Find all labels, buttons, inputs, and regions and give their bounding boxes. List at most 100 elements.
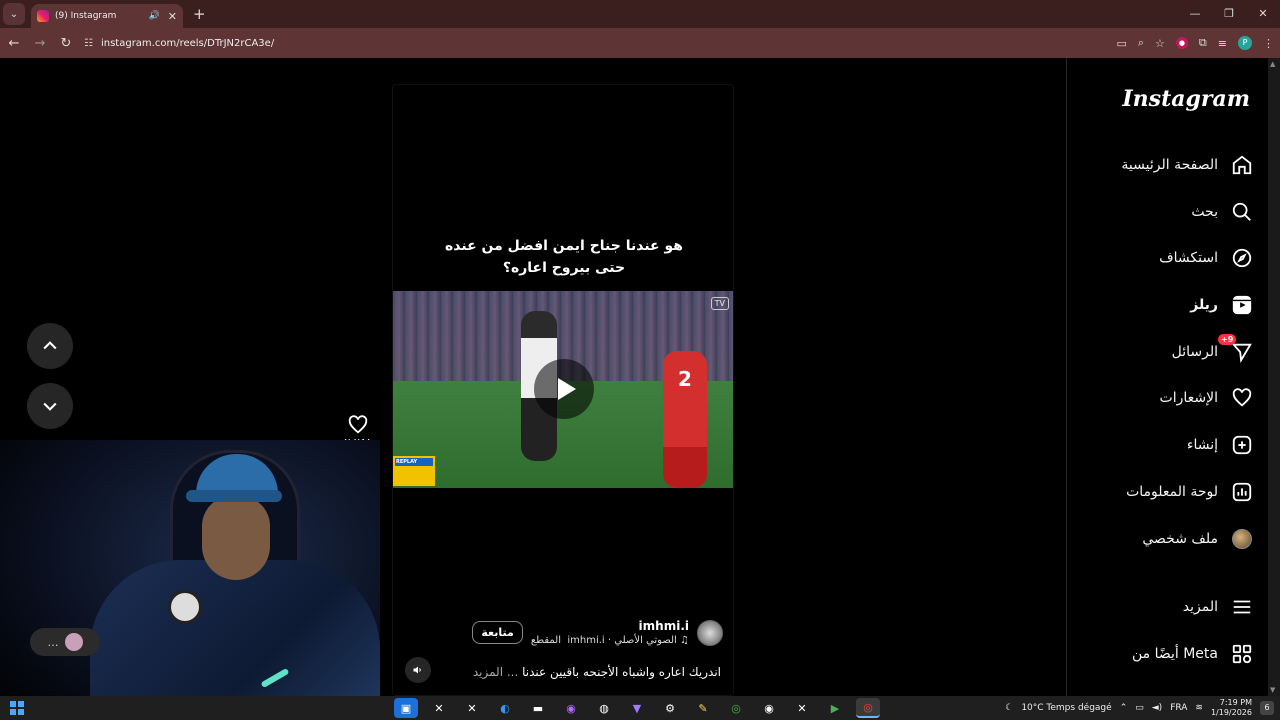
- speaker-icon[interactable]: 🔊: [149, 11, 160, 21]
- site-info-icon[interactable]: ☷: [84, 38, 93, 49]
- music-note-icon: ♫: [680, 635, 689, 646]
- sidebar-item-label: المزيد: [1182, 599, 1218, 615]
- extension-icon[interactable]: ●: [1175, 37, 1188, 49]
- caption-line-1: هو عندنا جناح ايمن افضل من عنده: [445, 238, 683, 254]
- sidebar-item-more[interactable]: المزيد: [1183, 592, 1254, 622]
- play-icon: [557, 378, 576, 400]
- audio-line[interactable]: ♫ الصوتي الأصلي · imhmi.i المقطع: [531, 635, 689, 646]
- scroll-up-arrow-icon[interactable]: ▲: [1270, 60, 1275, 68]
- minimize-button[interactable]: —: [1178, 0, 1212, 28]
- edge-icon[interactable]: ◐: [493, 698, 517, 718]
- sidebar-item-meta[interactable]: أيضًا من Meta: [1132, 639, 1254, 669]
- reload-button[interactable]: ↻: [54, 36, 78, 51]
- reel-player[interactable]: هو عندنا جناح ايمن افضل من عنده حتى بيرو…: [392, 84, 734, 696]
- restore-button[interactable]: ❐: [1212, 0, 1246, 28]
- capcut-icon[interactable]: ✕: [427, 698, 451, 718]
- chevron-up-icon: [43, 341, 57, 350]
- media-control-icon[interactable]: ≡: [1218, 37, 1227, 50]
- browser-tab-instagram[interactable]: (9) Instagram 🔊 ✕: [31, 4, 183, 28]
- ellipsis-icon: …: [47, 635, 59, 649]
- vpn-icon[interactable]: ▼: [625, 698, 649, 718]
- notification-center-icon[interactable]: 6: [1260, 701, 1274, 715]
- profile-avatar-button[interactable]: P: [1238, 36, 1252, 50]
- app-store-icon[interactable]: ▣: [394, 698, 418, 718]
- replay-tag: REPLAY: [393, 456, 435, 486]
- author-avatar[interactable]: [697, 619, 723, 646]
- chrome-active-icon[interactable]: ◎: [856, 698, 880, 718]
- page-scrollbar[interactable]: ▲ ▼: [1268, 58, 1280, 696]
- cast-icon[interactable]: ▭: [1116, 37, 1126, 50]
- window-controls: — ❐ ✕: [1178, 0, 1280, 28]
- instagram-logo[interactable]: Instagram: [1122, 86, 1250, 112]
- steam-icon[interactable]: ◍: [592, 698, 616, 718]
- sidebar-item-home[interactable]: الصفحة الرئيسية: [1121, 150, 1254, 180]
- toolbar-actions: ▭ ⌕ ☆ ● ⧉ ≡ P ⋮: [1116, 28, 1274, 58]
- sidebar-item-messages[interactable]: الرسائل +9: [1172, 334, 1254, 367]
- zoom-icon[interactable]: ⌕: [1138, 36, 1144, 50]
- tab-search-button[interactable]: ⌄: [3, 3, 25, 25]
- clock-time: 7:19 PM: [1219, 698, 1252, 707]
- clock[interactable]: 7:19 PM 1/19/2026: [1211, 698, 1252, 718]
- volume-icon[interactable]: ◄): [1152, 703, 1162, 713]
- sidebar-item-create[interactable]: إنشاء: [1187, 430, 1254, 460]
- reel-video-frame[interactable]: 2 TV REPLAY: [393, 291, 733, 488]
- author-username[interactable]: imhmi.i: [531, 619, 689, 633]
- player-red-kit: 2: [663, 351, 707, 488]
- author-row: imhmi.i ♫ الصوتي الأصلي · imhmi.i المقطع…: [472, 619, 723, 646]
- back-button[interactable]: ←: [2, 36, 26, 51]
- menu-icon: [1230, 595, 1254, 619]
- close-window-button[interactable]: ✕: [1246, 0, 1280, 28]
- extensions-puzzle-icon[interactable]: ⧉: [1199, 36, 1207, 50]
- sidebar-item-search[interactable]: بحث: [1191, 197, 1254, 227]
- obs-icon[interactable]: ◉: [757, 698, 781, 718]
- sidebar-item-notifications[interactable]: الإشعارات: [1160, 383, 1254, 413]
- scroll-down-arrow-icon[interactable]: ▼: [1270, 686, 1275, 694]
- chrome-icon[interactable]: ◎: [724, 698, 748, 718]
- audio-clip: المقطع: [530, 635, 562, 646]
- settings-gear-icon[interactable]: ⚙: [658, 698, 682, 718]
- tray-chevron-icon[interactable]: ⌃: [1120, 703, 1128, 713]
- weather-text[interactable]: 10°C Temps dégagé: [1021, 703, 1111, 713]
- speaker-icon: [413, 666, 421, 674]
- reels-icon: [1230, 293, 1254, 317]
- new-tab-button[interactable]: +: [193, 5, 206, 23]
- bookmark-star-icon[interactable]: ☆: [1155, 37, 1165, 50]
- windows-taskbar: ▣ ✕ ✕ ◐ ▬ ◉ ◍ ▼ ⚙ ✎ ◎ ◉ ✕ ▶ ◎ ☾ 10°C Tem…: [0, 696, 1280, 720]
- sidebar-item-reels[interactable]: ريلز: [1190, 290, 1254, 320]
- discord-icon[interactable]: ◉: [559, 698, 583, 718]
- play-button[interactable]: [534, 359, 594, 419]
- notepad-icon[interactable]: ✎: [691, 698, 715, 718]
- home-icon: [1230, 153, 1254, 177]
- create-icon: [1230, 433, 1254, 457]
- mute-button[interactable]: [405, 657, 431, 683]
- messages-bubble[interactable]: …: [30, 628, 100, 656]
- capcut-3-icon[interactable]: ✕: [790, 698, 814, 718]
- network-icon[interactable]: ▭: [1135, 703, 1144, 713]
- previous-reel-button[interactable]: [27, 323, 73, 369]
- more-link[interactable]: ... المزيد: [473, 665, 518, 679]
- follow-button[interactable]: متابعة: [472, 621, 523, 644]
- next-reel-button[interactable]: [27, 383, 73, 429]
- media-player-icon[interactable]: ▶: [823, 698, 847, 718]
- close-tab-icon[interactable]: ✕: [168, 10, 177, 23]
- heart-icon: [1230, 386, 1254, 410]
- hoodie-crest: [168, 590, 202, 624]
- windows-start-icon[interactable]: [10, 701, 24, 715]
- replay-label: REPLAY: [395, 458, 433, 466]
- compass-icon: [1230, 246, 1254, 270]
- terminal-icon[interactable]: ▬: [526, 698, 550, 718]
- sidebar-item-explore[interactable]: استكشاف: [1159, 243, 1254, 273]
- sidebar-item-dashboard[interactable]: لوحة المعلومات: [1126, 477, 1254, 507]
- address-bar[interactable]: ☷ instagram.com/reels/DTrJN2rCA3e/: [84, 38, 1044, 49]
- language-indicator[interactable]: FRA: [1170, 703, 1187, 713]
- capcut-2-icon[interactable]: ✕: [460, 698, 484, 718]
- forward-button[interactable]: →: [28, 36, 52, 51]
- moon-weather-icon: ☾: [1005, 703, 1014, 713]
- browser-toolbar: ← → ↻ ☷ instagram.com/reels/DTrJN2rCA3e/…: [0, 28, 1280, 58]
- search-icon: [1230, 200, 1254, 224]
- messages-badge: +9: [1218, 334, 1237, 345]
- sidebar-item-profile[interactable]: ملف شخصي: [1142, 524, 1254, 554]
- browser-menu-icon[interactable]: ⋮: [1263, 37, 1274, 50]
- wifi-icon[interactable]: ≋: [1195, 703, 1203, 713]
- streamer-face: [202, 496, 270, 580]
